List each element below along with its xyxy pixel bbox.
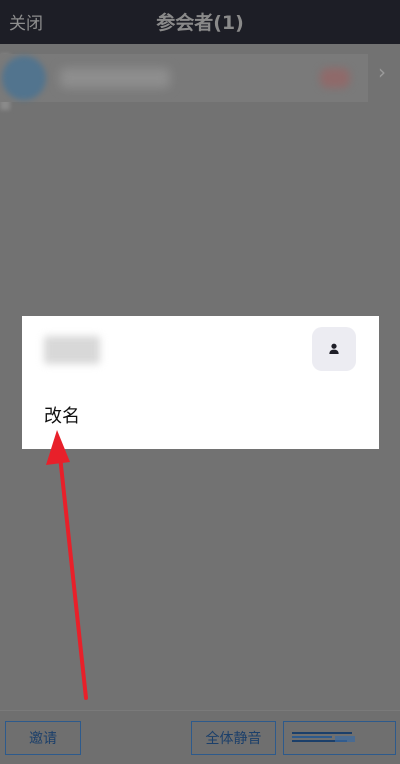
participant-row[interactable]: [0, 54, 368, 102]
mute-all-button[interactable]: 全体静音: [191, 721, 276, 755]
invite-button[interactable]: 邀请: [5, 721, 81, 755]
redacted-label-icon: [291, 732, 355, 742]
participant-status-redacted: [320, 68, 350, 88]
avatar: [2, 56, 46, 100]
dialog-name-redacted: [44, 336, 100, 364]
page-title: 参会者(1): [156, 12, 244, 34]
more-button[interactable]: [283, 721, 396, 755]
top-bar: 关闭 参会者(1): [0, 0, 400, 44]
person-icon: [329, 343, 339, 354]
chevron-right-icon[interactable]: ›: [378, 60, 386, 84]
profile-button[interactable]: [312, 327, 356, 371]
participant-name-redacted: [60, 68, 170, 88]
bottom-toolbar: 邀请 全体静音: [0, 710, 400, 764]
rename-menu-item[interactable]: 改名: [44, 402, 80, 428]
participant-menu-dialog: 改名: [22, 316, 379, 449]
